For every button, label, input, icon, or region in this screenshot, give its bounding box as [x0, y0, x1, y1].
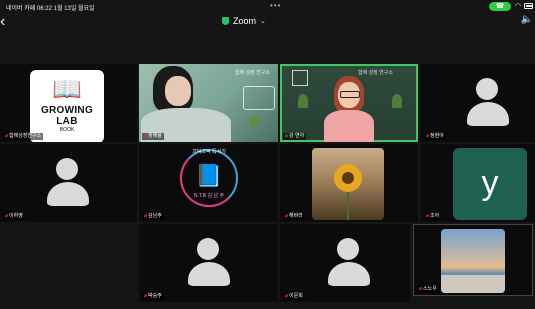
participant-tile[interactable]: 📖 GROWING LAB BOOK ⌀함께성장연구소: [0, 64, 137, 142]
sunflower-stem: [347, 192, 349, 220]
reading-person-icon: 📘: [195, 163, 223, 188]
call-indicator[interactable]: ☎: [489, 2, 511, 11]
participant-tile-active-speaker[interactable]: 함께 성장 연구소 ⌀강 연아: [280, 64, 418, 142]
participant-tile[interactable]: y ⌀조아: [421, 144, 535, 222]
more-dots-icon[interactable]: •••: [270, 1, 281, 10]
participant-name: ⌀정해율: [142, 133, 164, 140]
plant-icon: [249, 116, 259, 126]
sunflower-photo: [312, 148, 384, 220]
status-bar-text: 네이버 카페 06:22 1월 13일 월요일: [6, 6, 95, 12]
back-chevron-icon[interactable]: ‹: [0, 13, 5, 31]
speaker-icon[interactable]: 🔈: [521, 14, 533, 25]
wifi-icon: ◠: [515, 3, 522, 10]
participant-name: ⌀이하영: [3, 213, 25, 220]
participant-name: ⌀강 연아: [283, 133, 307, 140]
person-face: [165, 76, 191, 106]
initial-avatar: y: [453, 148, 527, 220]
logo-bottom-text: N.T.B 김 남 주: [193, 193, 225, 199]
mic-muted-icon: ⌀: [426, 133, 430, 139]
ntb-reading-logo: 끄덕끄덕 독서기 📘 N.T.B 김 남 주: [180, 149, 238, 207]
logo-top-text: 끄덕끄덕 독서기: [192, 149, 226, 155]
mic-muted-icon: ⌀: [285, 213, 289, 219]
participant-tile[interactable]: 함께 성장 연구소 ⌀정해율: [139, 64, 278, 142]
participant-tile[interactable]: ⌀해바라: [280, 144, 418, 222]
shield-icon: [222, 17, 229, 25]
sunflower-center: [342, 172, 354, 184]
open-book-icon: 📖: [52, 76, 82, 103]
plant-icon: [298, 94, 308, 108]
participant-tile[interactable]: ⌀정현아: [421, 64, 535, 142]
chevron-down-icon: ⌄: [260, 18, 266, 25]
participant-name: ⌀해바라: [283, 213, 305, 220]
mic-muted-icon: ⌀: [144, 213, 148, 219]
avatar-body: [324, 110, 374, 142]
mic-muted-icon: ⌀: [5, 213, 9, 219]
mic-muted-icon: ⌀: [144, 293, 148, 299]
mic-muted-icon: ⌀: [144, 133, 148, 139]
growing-lab-logo: 📖 GROWING LAB BOOK: [30, 70, 104, 142]
participant-tile[interactable]: ⌀박승주: [139, 224, 278, 302]
status-bar: 네이버 카페 06:22 1월 13일 월요일 ••• ☎ ◠: [0, 0, 535, 13]
mic-muted-icon: ⌀: [285, 133, 289, 139]
wall-picture: [292, 70, 308, 86]
participant-name: ⌀조아: [424, 213, 442, 220]
mic-muted-icon: ⌀: [5, 133, 9, 139]
participant-name: ⌀이문희: [283, 293, 305, 300]
participant-tile[interactable]: 끄덕끄덕 독서기 📘 N.T.B 김 남 주 ⌀김남주: [139, 144, 278, 222]
app-title: Zoom: [233, 16, 257, 26]
participant-name: ⌀함께성장연구소: [3, 133, 44, 140]
mic-muted-icon: ⌀: [419, 286, 423, 292]
beach-sand: [441, 275, 505, 293]
participant-name: ⌀김남주: [142, 213, 164, 220]
logo-title: GROWING LAB: [40, 105, 94, 127]
participant-tile[interactable]: ⌀이하영: [0, 144, 137, 222]
participant-name: ⌀스노우: [417, 286, 439, 293]
room-label: 함께 성장 연구소: [358, 70, 393, 76]
participant-tile-self-view[interactable]: ⌀스노우: [413, 224, 533, 296]
wall-frame: [243, 86, 275, 110]
participant-tile[interactable]: ⌀이문희: [280, 224, 410, 302]
room-label: 함께 성장 연구소: [235, 70, 270, 76]
meeting-title[interactable]: Zoom ⌄: [222, 16, 266, 26]
participant-name: ⌀박승주: [142, 293, 164, 300]
mic-muted-icon: ⌀: [426, 213, 430, 219]
mic-muted-icon: ⌀: [285, 293, 289, 299]
glasses-icon: [340, 91, 360, 98]
battery-icon: [524, 3, 533, 9]
plant-icon: [392, 94, 402, 108]
beach-photo: [441, 229, 505, 293]
participant-name: ⌀정현아: [424, 133, 446, 140]
meeting-header: ‹ Zoom ⌄ 🔈: [0, 13, 535, 33]
